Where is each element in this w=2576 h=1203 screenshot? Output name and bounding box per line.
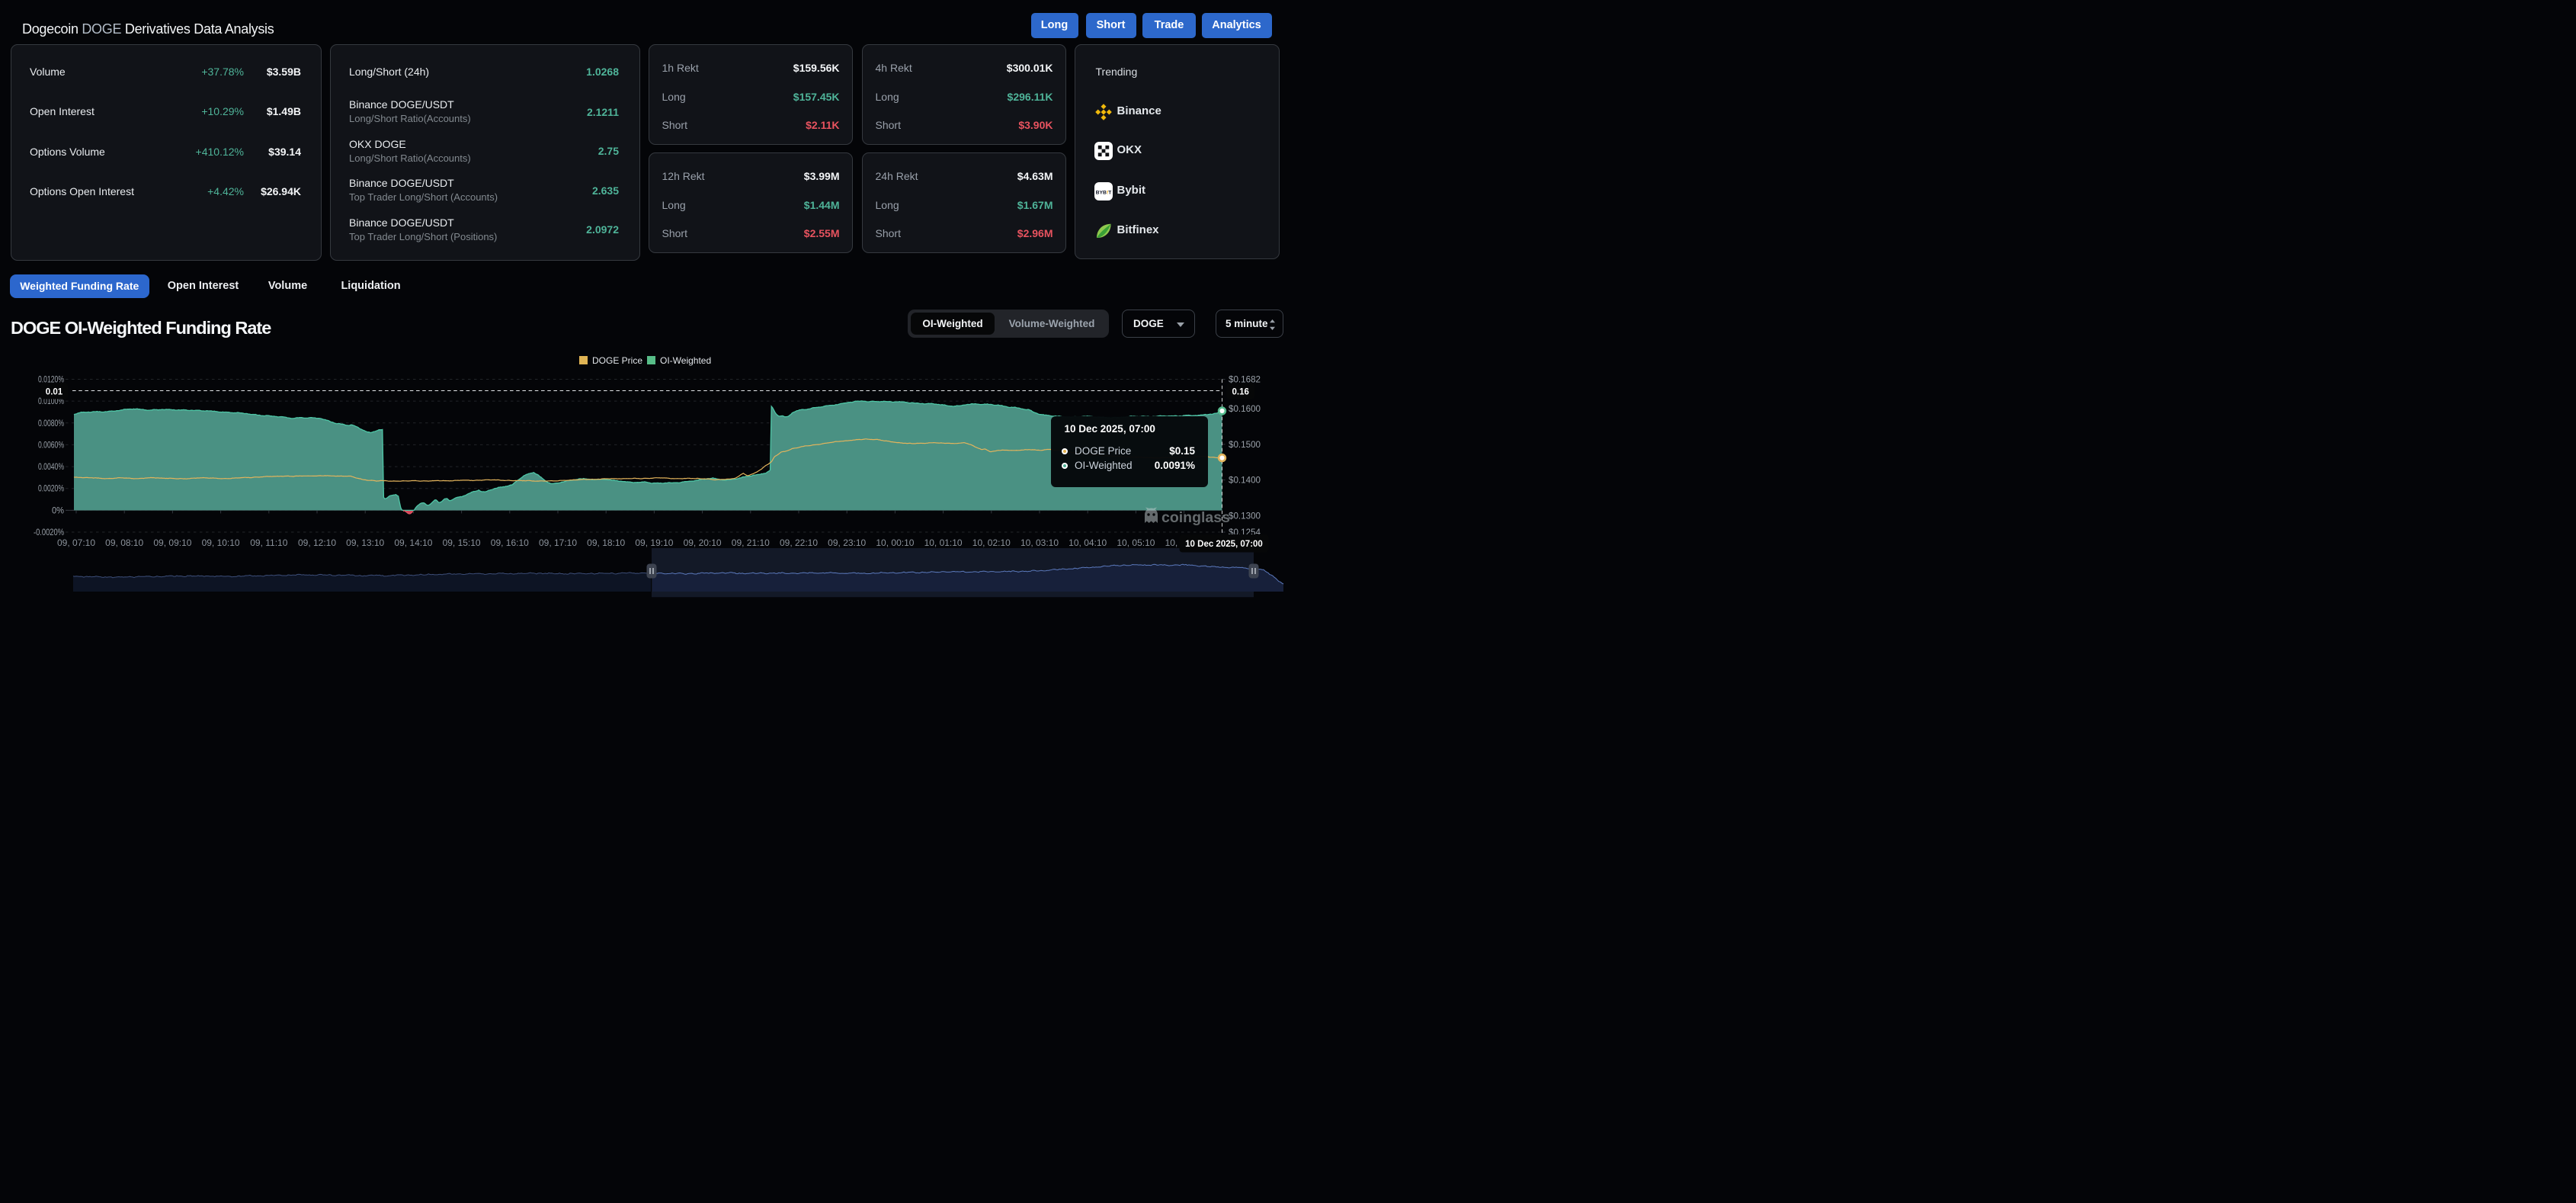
svg-text:09, 07:10: 09, 07:10 [57,537,95,548]
svg-text:09, 19:10: 09, 19:10 [635,537,673,548]
svg-text:0.0080%: 0.0080% [38,419,64,428]
svg-text:$0.1300: $0.1300 [1229,512,1261,521]
svg-text:10, 00:10: 10, 00:10 [876,537,914,548]
svg-text:0.0020%: 0.0020% [38,485,64,494]
svg-text:10, 01:10: 10, 01:10 [924,537,963,548]
svg-text:10 Dec 2025, 07:00: 10 Dec 2025, 07:00 [1185,540,1263,549]
svg-text:0.01: 0.01 [46,388,63,397]
svg-text:coinglass: coinglass [1161,509,1230,526]
svg-text:$0.1500: $0.1500 [1229,441,1261,450]
svg-text:09, 16:10: 09, 16:10 [491,537,529,548]
svg-text:0.16: 0.16 [1232,388,1249,397]
svg-text:0.0060%: 0.0060% [38,441,64,450]
svg-text:09, 08:10: 09, 08:10 [105,537,143,548]
svg-text:0%: 0% [52,506,64,515]
svg-text:10, 05:10: 10, 05:10 [1117,537,1155,548]
svg-text:09, 12:10: 09, 12:10 [298,537,336,548]
svg-text:09, 15:10: 09, 15:10 [443,537,481,548]
svg-text:09, 20:10: 09, 20:10 [684,537,722,548]
svg-text:-0.0020%: -0.0020% [34,528,64,537]
svg-text:09, 10:10: 09, 10:10 [202,537,240,548]
svg-text:09, 13:10: 09, 13:10 [346,537,384,548]
svg-text:0.0040%: 0.0040% [38,463,64,472]
svg-text:10, 04:10: 10, 04:10 [1069,537,1107,548]
svg-text:09, 09:10: 09, 09:10 [153,537,191,548]
svg-text:10, 02:10: 10, 02:10 [972,537,1011,548]
svg-text:09, 21:10: 09, 21:10 [732,537,770,548]
svg-text:09, 17:10: 09, 17:10 [539,537,577,548]
svg-text:09, 18:10: 09, 18:10 [587,537,625,548]
svg-text:09, 11:10: 09, 11:10 [250,537,287,548]
svg-text:09, 23:10: 09, 23:10 [828,537,866,548]
svg-text:$0.1400: $0.1400 [1229,476,1261,486]
svg-text:10, 03:10: 10, 03:10 [1020,537,1059,548]
svg-text:09, 14:10: 09, 14:10 [394,537,432,548]
svg-text:$0.1600: $0.1600 [1229,405,1261,414]
svg-text:09, 22:10: 09, 22:10 [780,537,818,548]
